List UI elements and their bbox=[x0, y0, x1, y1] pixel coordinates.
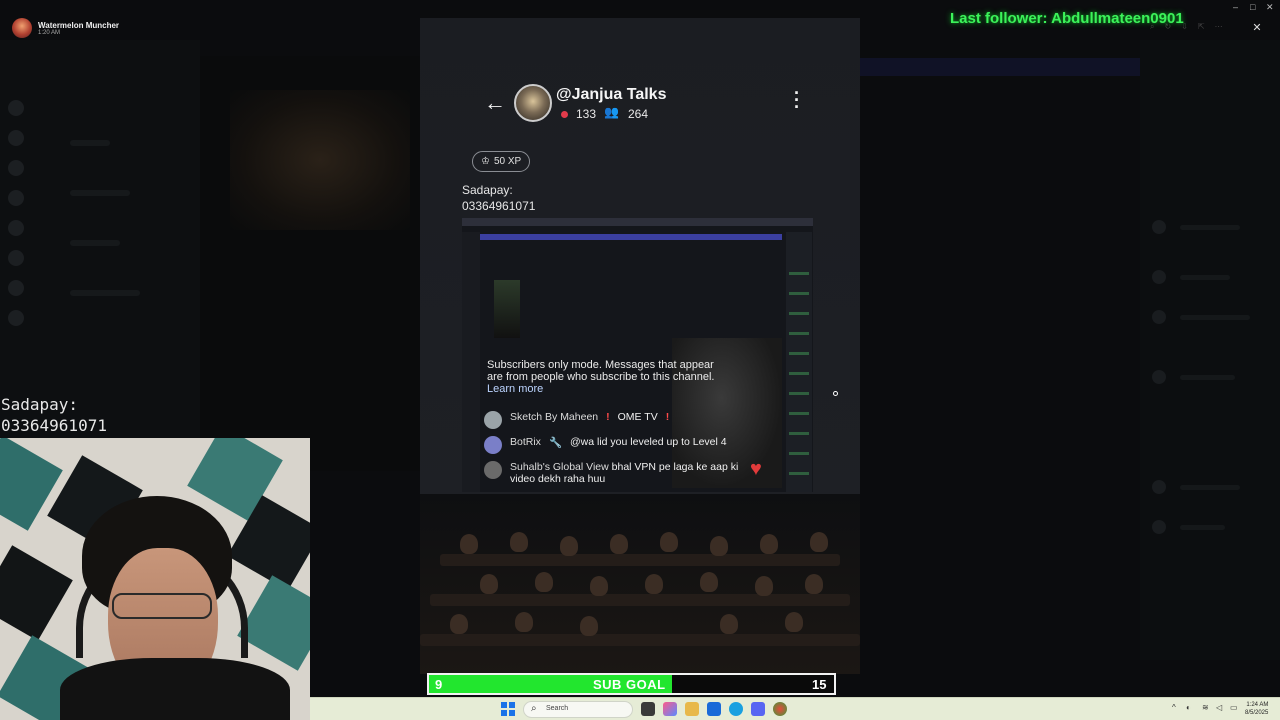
stream-frame: Watermelon Muncher 1:20 AM – □ ✕ ⌕ ↻ ⇩ ⇱… bbox=[0, 0, 1280, 720]
stream-profile: Watermelon Muncher 1:20 AM bbox=[12, 18, 119, 38]
minimize-icon[interactable]: – bbox=[1233, 2, 1238, 12]
chat-username[interactable]: Suhalb's Global View bbox=[510, 461, 609, 473]
tray-chevron-icon[interactable]: ^ bbox=[1172, 703, 1176, 712]
phone-screen: ← @Janjua Talks 133 👥 264 · · · ♔ 50 XP Sa… bbox=[420, 18, 860, 518]
theater-audience-overlay bbox=[420, 494, 860, 674]
kebab-menu-icon[interactable]: · · · bbox=[792, 84, 802, 116]
follower-count: 264 bbox=[628, 107, 649, 121]
copilot-icon[interactable] bbox=[663, 702, 677, 716]
embedded-stream-capture: Subscribers only mode. Messages that app… bbox=[462, 218, 813, 492]
embedded-sidebar bbox=[462, 232, 480, 492]
embedded-header-bar bbox=[480, 234, 782, 240]
clock-date: 8/5/2025 bbox=[1245, 710, 1269, 716]
volume-icon[interactable]: ◁ bbox=[1216, 703, 1222, 712]
channel-header: ← @Janjua Talks 133 👥 264 · · · bbox=[420, 84, 860, 148]
donation-number: 03364961071 bbox=[1, 416, 107, 435]
task-view-icon[interactable] bbox=[641, 702, 655, 716]
file-explorer-icon[interactable] bbox=[685, 702, 699, 716]
chat-avatar bbox=[484, 411, 502, 429]
chat-message: Suhalb's Global View bhal VPN pe laga ke… bbox=[484, 461, 784, 485]
sub-goal-current: 9 bbox=[435, 677, 443, 692]
discord-icon[interactable] bbox=[751, 702, 765, 716]
notice-text: Subscribers only mode. Messages that app… bbox=[487, 359, 715, 383]
profile-time: 1:20 AM bbox=[38, 29, 61, 36]
channel-name[interactable]: @Janjua Talks bbox=[556, 86, 666, 104]
live-dot-icon bbox=[561, 111, 568, 118]
chat-username[interactable]: Sketch By Maheen bbox=[510, 411, 598, 423]
open-external-icon[interactable]: ⇱ bbox=[1198, 22, 1205, 32]
donation-label: Sadapay: bbox=[1, 395, 79, 414]
windows-taskbar: ⌕ Search ^ ◐ ≋ ◁ ▭ 1:24 AM 8/5/2025 bbox=[310, 697, 1280, 720]
background-sidebar bbox=[0, 40, 200, 440]
background-video-tile bbox=[230, 90, 410, 230]
embedded-titlebar bbox=[462, 218, 813, 226]
followers-icon: 👥 bbox=[604, 105, 619, 119]
avatar bbox=[12, 18, 32, 38]
learn-more-link[interactable]: Learn more bbox=[487, 383, 543, 395]
chrome-icon[interactable] bbox=[773, 702, 787, 716]
pinned-number: 03364961071 bbox=[462, 199, 536, 213]
chat-avatar bbox=[484, 461, 502, 479]
clock-time: 1:24 AM bbox=[1246, 702, 1269, 708]
chat-username[interactable]: BotRix bbox=[510, 436, 541, 448]
battery-icon[interactable]: ▭ bbox=[1230, 703, 1238, 712]
xp-badge: ♔ 50 XP bbox=[472, 151, 531, 172]
tray-app-icon[interactable]: ◐ bbox=[1186, 703, 1191, 712]
close-viewer-icon[interactable]: ✕ bbox=[1249, 20, 1265, 36]
embedded-chat-list bbox=[786, 232, 812, 492]
heart-icon[interactable]: ♥ bbox=[750, 458, 762, 481]
chat-body: Suhalb's Global View bhal VPN pe laga ke… bbox=[510, 461, 740, 485]
crown-icon: ♔ bbox=[481, 156, 490, 167]
chat-message: Sketch By Maheen ! OME TV ! bbox=[484, 411, 784, 429]
donation-info-overlay: Sadapay: 03364961071 bbox=[1, 394, 107, 436]
pinned-message: Sadapay: 03364961071 bbox=[462, 182, 535, 214]
viewer-count: 133 bbox=[576, 107, 597, 121]
sub-goal-label: SUB GOAL bbox=[593, 677, 666, 692]
exclamation-icon: ! bbox=[606, 411, 610, 423]
sub-goal-bar: 9 SUB GOAL 15 bbox=[427, 673, 836, 695]
chat-text: OME TV bbox=[617, 411, 658, 423]
wifi-icon[interactable]: ≋ bbox=[1202, 703, 1209, 712]
taskbar-search[interactable]: ⌕ Search bbox=[523, 701, 633, 718]
windows-start-icon[interactable] bbox=[501, 702, 515, 716]
channel-avatar[interactable] bbox=[514, 84, 552, 122]
taskbar-clock[interactable]: 1:24 AM 8/5/2025 bbox=[1245, 701, 1268, 717]
pinned-label: Sadapay: bbox=[462, 183, 513, 197]
search-placeholder: Search bbox=[546, 705, 569, 712]
glasses bbox=[112, 593, 212, 619]
embedded-thumbnail bbox=[494, 280, 520, 338]
store-icon[interactable] bbox=[707, 702, 721, 716]
more-options-icon[interactable]: ⋯ bbox=[1215, 22, 1223, 32]
mouse-cursor bbox=[833, 391, 838, 396]
search-icon: ⌕ bbox=[531, 703, 537, 714]
streamer-shirt bbox=[60, 658, 290, 720]
streamer-webcam bbox=[0, 438, 310, 720]
profile-name: Watermelon Muncher bbox=[38, 20, 120, 30]
xp-label: 50 XP bbox=[493, 156, 522, 167]
exclamation-icon: ! bbox=[665, 411, 670, 423]
chat-text: @wa lid you leveled up to Level 4 bbox=[570, 436, 727, 448]
last-follower-alert: Last follower: Abdullmateen0901 bbox=[950, 10, 1184, 27]
window-close-icon[interactable]: ✕ bbox=[1266, 2, 1274, 13]
back-arrow-icon[interactable]: ← bbox=[484, 90, 506, 116]
bot-avatar bbox=[484, 436, 502, 454]
wrench-icon: 🔧 bbox=[548, 437, 563, 449]
subscribers-only-notice: Subscribers only mode. Messages that app… bbox=[487, 359, 727, 395]
sub-goal-target: 15 bbox=[812, 677, 827, 692]
maximize-icon[interactable]: □ bbox=[1250, 2, 1255, 12]
background-member-list bbox=[1140, 40, 1280, 660]
edge-icon[interactable] bbox=[729, 702, 743, 716]
chat-message: BotRix 🔧 @wa lid you leveled up to Level… bbox=[484, 436, 784, 454]
